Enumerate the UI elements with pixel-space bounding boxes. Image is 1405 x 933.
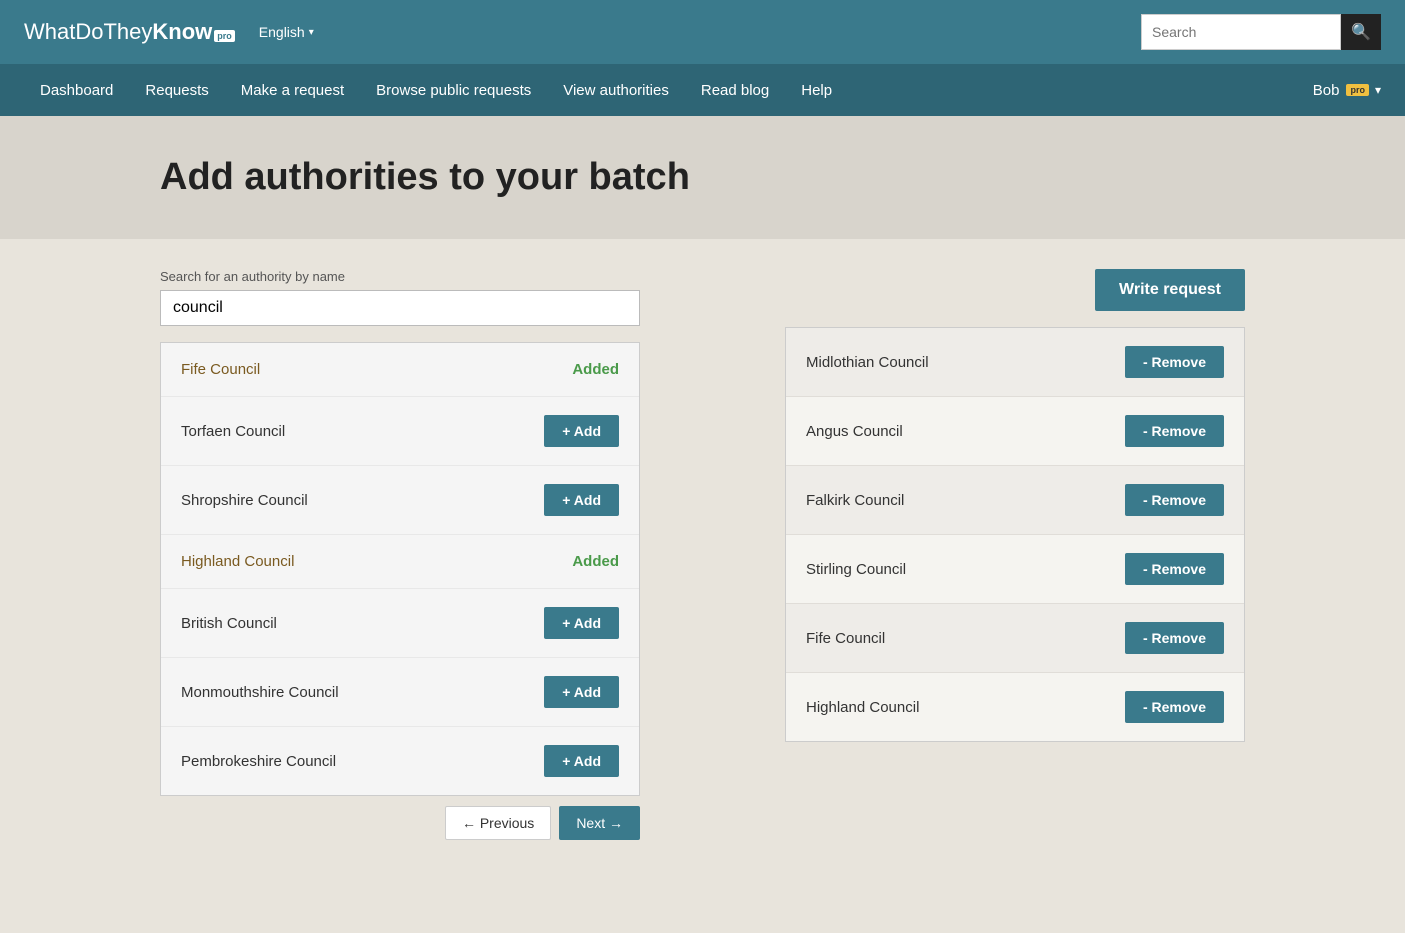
left-panel: Search for an authority by name Fife Cou… <box>160 269 755 850</box>
added-authority-name: Stirling Council <box>806 561 906 578</box>
list-item: Monmouthshire Council + Add <box>161 658 639 727</box>
sidebar-item-dashboard[interactable]: Dashboard <box>24 64 129 116</box>
main-content: Search for an authority by name Fife Cou… <box>0 239 1405 880</box>
authority-name: Torfaen Council <box>181 423 285 440</box>
logo[interactable]: WhatDoTheyKnowpro <box>24 19 235 45</box>
pagination: ← Previous Next → <box>160 796 640 850</box>
added-authority-name: Midlothian Council <box>806 354 929 371</box>
list-item: British Council + Add <box>161 589 639 658</box>
authority-name: Shropshire Council <box>181 492 308 509</box>
top-bar-left: WhatDoTheyKnowpro English ▾ <box>24 19 314 45</box>
added-authority-name: Fife Council <box>806 630 885 647</box>
remove-authority-button[interactable]: - Remove <box>1125 484 1224 516</box>
language-label: English <box>259 24 305 40</box>
results-list: Fife CouncilAddedTorfaen Council+ AddShr… <box>160 342 640 796</box>
authority-name: British Council <box>181 615 277 632</box>
sidebar-item-read-blog[interactable]: Read blog <box>685 64 785 116</box>
added-badge: Added <box>572 553 619 570</box>
list-item: Falkirk Council - Remove <box>786 466 1244 535</box>
chevron-down-icon: ▾ <box>1375 83 1381 97</box>
list-item: Pembrokeshire Council + Add <box>161 727 639 795</box>
logo-regular: WhatDoThey <box>24 19 152 45</box>
add-authority-button[interactable]: + Add <box>544 607 619 639</box>
sidebar-item-view-authorities[interactable]: View authorities <box>547 64 685 116</box>
remove-authority-button[interactable]: - Remove <box>1125 346 1224 378</box>
add-authority-button[interactable]: + Add <box>544 676 619 708</box>
user-pro-badge: pro <box>1346 84 1369 96</box>
nav-links: Dashboard Requests Make a request Browse… <box>24 64 1313 116</box>
list-item: Fife Council - Remove <box>786 604 1244 673</box>
authority-name: Fife Council <box>181 361 260 378</box>
list-item: Shropshire Council + Add <box>161 466 639 535</box>
user-menu[interactable]: Bob pro ▾ <box>1313 82 1381 99</box>
list-item: Torfaen Council + Add <box>161 397 639 466</box>
remove-authority-button[interactable]: - Remove <box>1125 691 1224 723</box>
page-title: Add authorities to your batch <box>160 156 1245 199</box>
authority-search-input[interactable] <box>160 290 640 326</box>
next-button[interactable]: Next → <box>559 806 640 840</box>
list-item: Midlothian Council - Remove <box>786 328 1244 397</box>
search-button[interactable]: 🔍 <box>1341 14 1381 50</box>
remove-authority-button[interactable]: - Remove <box>1125 622 1224 654</box>
add-authority-button[interactable]: + Add <box>544 745 619 777</box>
remove-authority-button[interactable]: - Remove <box>1125 415 1224 447</box>
added-authority-name: Falkirk Council <box>806 492 904 509</box>
search-bar: 🔍 <box>1141 14 1381 50</box>
user-name: Bob <box>1313 82 1340 99</box>
added-authority-name: Angus Council <box>806 423 903 440</box>
authority-name: Pembrokeshire Council <box>181 753 336 770</box>
authority-name: Highland Council <box>181 553 294 570</box>
page-header: Add authorities to your batch <box>0 116 1405 239</box>
sidebar-item-requests[interactable]: Requests <box>129 64 224 116</box>
top-bar: WhatDoTheyKnowpro English ▾ 🔍 <box>0 0 1405 64</box>
sidebar-item-make-request[interactable]: Make a request <box>225 64 360 116</box>
add-authority-button[interactable]: + Add <box>544 484 619 516</box>
sidebar-item-browse-public[interactable]: Browse public requests <box>360 64 547 116</box>
list-item: Fife Council Added <box>161 343 639 397</box>
right-panel: Write request Midlothian Council - Remove… <box>785 269 1245 850</box>
logo-bold: Know <box>152 19 212 45</box>
chevron-down-icon: ▾ <box>309 27 314 38</box>
search-icon: 🔍 <box>1351 22 1371 42</box>
write-request-button[interactable]: Write request <box>1095 269 1245 311</box>
write-btn-container: Write request <box>785 269 1245 311</box>
added-authorities-list: Midlothian Council - Remove Angus Council -… <box>785 327 1245 742</box>
search-authority-label: Search for an authority by name <box>160 269 755 284</box>
added-badge: Added <box>572 361 619 378</box>
authority-name: Monmouthshire Council <box>181 684 339 701</box>
remove-authority-button[interactable]: - Remove <box>1125 553 1224 585</box>
add-authority-button[interactable]: + Add <box>544 415 619 447</box>
list-item: Angus Council - Remove <box>786 397 1244 466</box>
added-authority-name: Highland Council <box>806 699 919 716</box>
sidebar-item-help[interactable]: Help <box>785 64 848 116</box>
list-item: Stirling Council - Remove <box>786 535 1244 604</box>
list-item: Highland Council Added <box>161 535 639 589</box>
previous-button[interactable]: ← Previous <box>445 806 551 840</box>
search-input[interactable] <box>1141 14 1341 50</box>
logo-pro-badge: pro <box>214 30 235 42</box>
list-item: Highland Council - Remove <box>786 673 1244 741</box>
language-selector[interactable]: English ▾ <box>259 24 314 40</box>
nav-bar: Dashboard Requests Make a request Browse… <box>0 64 1405 116</box>
